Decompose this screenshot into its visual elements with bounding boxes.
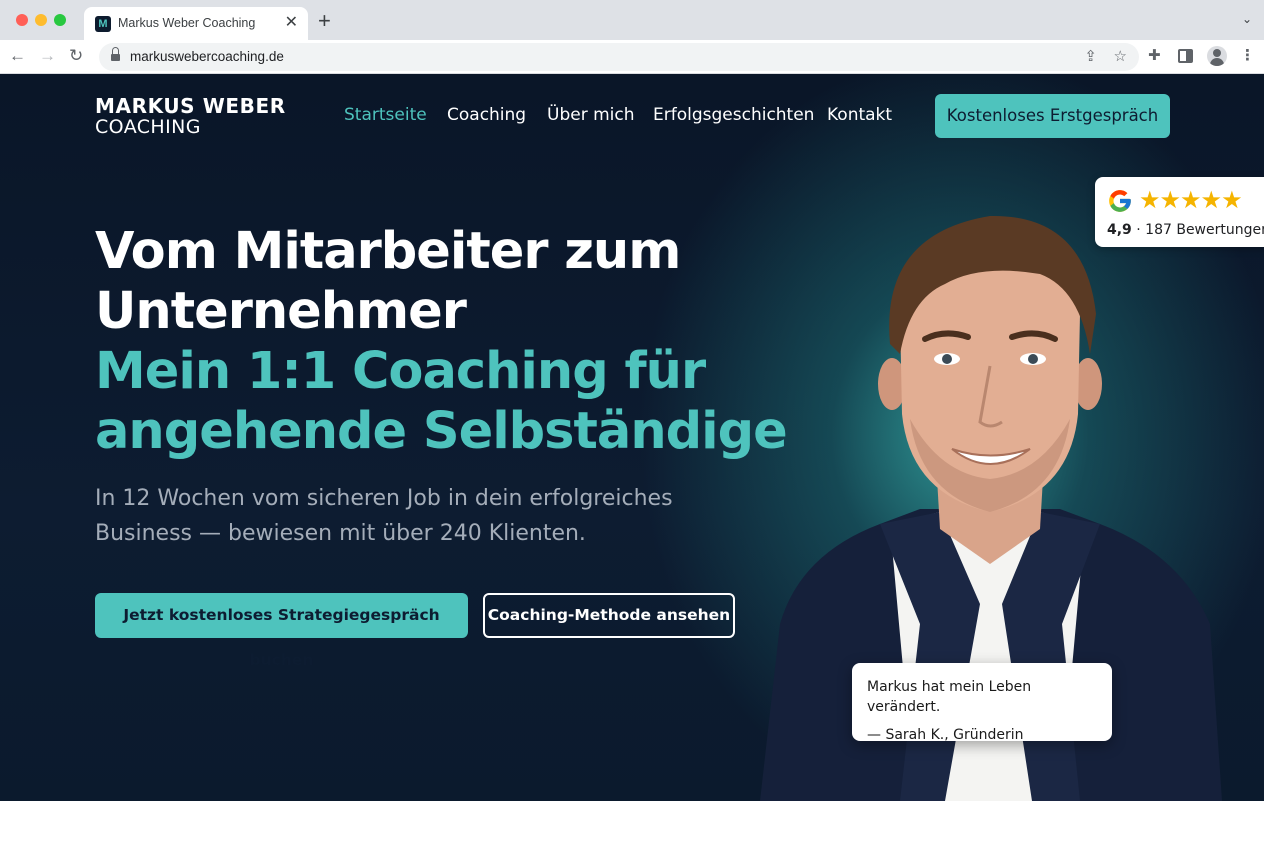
google-g-icon: [1109, 190, 1131, 212]
back-arrow-icon[interactable]: ←: [9, 46, 26, 66]
address-bar[interactable]: markuswebercoaching.de ⇪ ☆: [99, 43, 1139, 71]
minimize-window-button[interactable]: [35, 14, 47, 26]
browser-tab[interactable]: M Markus Weber Coaching ✕: [84, 7, 308, 40]
google-rating-badge[interactable]: ★★★★★ 4,9 · 187 Bewertungen: [1095, 177, 1264, 247]
nav-link-kontakt[interactable]: Kontakt: [827, 105, 892, 125]
testimonial-author: — Sarah K., Gründerin: [867, 727, 1024, 743]
close-tab-icon[interactable]: ✕: [285, 14, 298, 32]
headline-line-1: Vom Mitarbeiter zum: [95, 222, 681, 281]
hero-section: MARKUS WEBER COACHING Startseite Coachin…: [0, 74, 1264, 801]
nav-link-coaching[interactable]: Coaching: [447, 105, 526, 125]
hero-subline: In 12 Wochen vom sicheren Job in dein er…: [95, 486, 673, 546]
logo-line-2: COACHING: [95, 116, 201, 138]
profile-avatar-icon[interactable]: [1207, 46, 1227, 66]
site-logo[interactable]: MARKUS WEBER COACHING: [95, 95, 286, 138]
reload-icon[interactable]: ↻: [69, 46, 83, 66]
rating-score: 4,9: [1107, 222, 1132, 238]
side-panel-icon[interactable]: [1178, 49, 1193, 63]
rating-separator: ·: [1131, 222, 1146, 238]
share-icon[interactable]: ⇪: [1084, 47, 1097, 67]
logo-line-1: MARKUS WEBER: [95, 94, 286, 118]
browser-menu-icon[interactable]: ⋮: [1240, 46, 1255, 66]
hero-headline: Vom Mitarbeiter zum Unternehmer Mein 1:1…: [95, 222, 788, 462]
site-favicon-icon: M: [95, 16, 111, 32]
close-window-button[interactable]: [16, 14, 28, 26]
headline-line-2: Unternehmer: [95, 282, 467, 341]
new-tab-icon[interactable]: +: [318, 10, 331, 32]
browser-toolbar: ← → ↻ markuswebercoaching.de ⇪ ☆ ✚ ⋮: [0, 40, 1264, 74]
bookmark-star-icon[interactable]: ☆: [1114, 47, 1127, 67]
testimonial-quote: Markus hat mein Leben verändert.: [867, 679, 1032, 715]
browser-tab-bar: M Markus Weber Coaching ✕ + ⌄: [0, 0, 1264, 40]
maximize-window-button[interactable]: [54, 14, 66, 26]
star-rating-icons: ★★★★★: [1139, 187, 1243, 214]
free-consultation-button[interactable]: Kostenloses Erstgespräch: [935, 94, 1170, 138]
tab-search-chevron-icon[interactable]: ⌄: [1242, 12, 1252, 26]
lock-icon[interactable]: [111, 47, 120, 62]
nav-link-ueber-mich[interactable]: Über mich: [547, 105, 635, 125]
headline-line-4: angehende Selbständige: [95, 402, 788, 461]
rating-summary: 4,9 · 187 Bewertungen: [1107, 222, 1264, 238]
rating-count: 187 Bewertungen: [1145, 222, 1264, 238]
forward-arrow-icon[interactable]: →: [39, 46, 56, 66]
nav-link-erfolgsgeschichten[interactable]: Erfolgsgeschichten: [653, 105, 814, 125]
url-text[interactable]: markuswebercoaching.de: [130, 49, 284, 64]
testimonial-card: Markus hat mein Leben verändert. — Sarah…: [852, 663, 1112, 743]
tab-title: Markus Weber Coaching: [118, 16, 256, 30]
extensions-puzzle-icon[interactable]: ✚: [1148, 46, 1161, 66]
nav-link-startseite[interactable]: Startseite: [344, 105, 427, 125]
headline-line-3: Mein 1:1 Coaching für: [95, 342, 706, 401]
book-strategy-call-button[interactable]: Jetzt kostenloses Strategiegespräch buch…: [95, 593, 468, 669]
view-method-button[interactable]: Coaching-Methode ansehen: [483, 593, 735, 638]
